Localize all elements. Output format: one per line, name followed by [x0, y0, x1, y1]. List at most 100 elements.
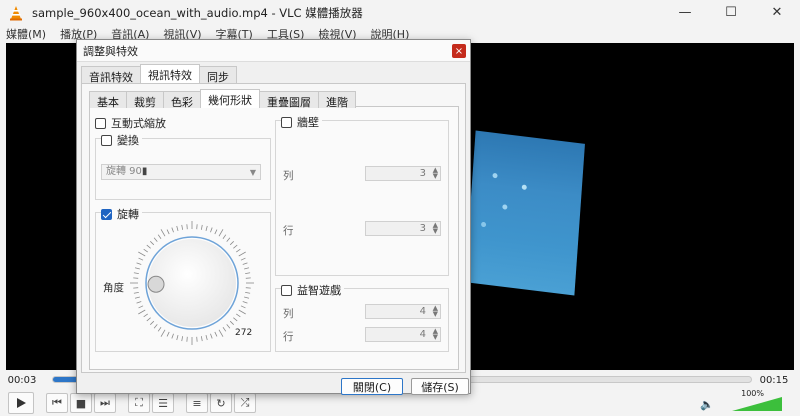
angle-label: 角度: [103, 282, 124, 294]
playlist-button[interactable]: ≡: [186, 393, 208, 413]
elapsed-time: 00:03: [7, 374, 37, 386]
dial-tick: [146, 317, 151, 322]
dial-tick: [242, 262, 248, 265]
interactive-zoom-checkbox[interactable]: 互動式縮放: [95, 115, 166, 131]
shuffle-button[interactable]: ⤮: [234, 393, 256, 413]
dial-tick: [244, 296, 250, 299]
dial-tick: [134, 296, 140, 299]
interactive-zoom-label: 互動式縮放: [111, 117, 166, 130]
dial-tick: [200, 224, 203, 230]
tab-advanced[interactable]: 進階: [318, 91, 356, 109]
wall-label: 牆壁: [297, 116, 319, 129]
dial-tick: [134, 267, 140, 270]
volume-slider[interactable]: 100%: [712, 389, 782, 413]
puzzle-cols-value: 4: [419, 329, 426, 340]
dial-tick: [138, 309, 146, 315]
close-button[interactable]: 關閉(C): [341, 378, 403, 395]
previous-button[interactable]: ⏮: [46, 393, 68, 413]
maximize-button[interactable]: ☐: [708, 0, 754, 25]
dial-tick: [222, 234, 227, 239]
dial-tick: [157, 234, 162, 239]
dial-tick: [238, 251, 246, 257]
dial-tick: [244, 267, 250, 270]
puzzle-rows-label: 列: [283, 308, 294, 320]
stop-button[interactable]: ■: [70, 393, 92, 413]
wall-cols-spinbox[interactable]: 3 ▲ ▼: [365, 221, 441, 236]
dial-tick: [226, 237, 231, 242]
dial-tick: [245, 272, 251, 275]
shuffle-icon: ⤮: [240, 396, 250, 409]
puzzle-cols-spinbox[interactable]: 4 ▲ ▼: [365, 327, 441, 342]
wall-group: [275, 120, 449, 276]
rotate-box: [101, 208, 112, 220]
dial-tick: [218, 329, 224, 337]
angle-value: 272: [235, 328, 253, 338]
transform-checkbox[interactable]: 變換: [101, 132, 142, 148]
tab-essential[interactable]: 基本: [89, 91, 127, 109]
play-button[interactable]: [8, 392, 34, 414]
wall-cols-label: 行: [283, 225, 294, 237]
loop-icon: ↻: [216, 396, 226, 410]
dial-tick: [210, 227, 213, 233]
adjustments-dialog: 調整與特效 × 音訊特效 視訊特效 同步 基本 裁剪 色彩 幾何形狀 重疊圖層 …: [76, 39, 471, 395]
dial-tick: [157, 327, 162, 332]
close-window-button[interactable]: ✕: [754, 0, 800, 25]
dialog-close-icon[interactable]: ×: [452, 44, 466, 58]
skip-forward-icon: ⏭: [100, 396, 110, 409]
dial-tick: [149, 240, 155, 246]
tab-synchronization[interactable]: 同步: [199, 66, 237, 84]
menu-media[interactable]: 媒體(M): [6, 26, 46, 42]
extended-settings-button[interactable]: ☰: [152, 393, 174, 413]
tab-audio-effects[interactable]: 音訊特效: [81, 66, 141, 84]
playlist-icon: ≡: [192, 396, 202, 410]
wall-rows-value: 3: [419, 168, 426, 179]
dial-tick: [166, 229, 170, 235]
tab-video-effects[interactable]: 視訊特效: [140, 64, 200, 83]
puzzle-rows-spinbox[interactable]: 4 ▲ ▼: [365, 304, 441, 319]
dial-tick: [240, 257, 246, 261]
vlc-cone-icon: [10, 5, 22, 20]
dial-tick: [146, 244, 151, 249]
dial-tick: [181, 224, 184, 230]
fullscreen-button[interactable]: ⛶: [128, 393, 150, 413]
dial-tick: [238, 309, 246, 315]
dial-tick: [233, 317, 238, 322]
next-button[interactable]: ⏭: [94, 393, 116, 413]
dial-tick: [181, 336, 184, 342]
equalizer-icon: ☰: [158, 396, 168, 410]
minimize-button[interactable]: —: [662, 0, 708, 25]
tab-colors[interactable]: 色彩: [163, 91, 201, 109]
puzzle-checkbox[interactable]: 益智遊戲: [281, 282, 344, 298]
dial-tick: [160, 329, 166, 337]
sub-tabs: 基本 裁剪 色彩 幾何形狀 重疊圖層 進階: [89, 89, 356, 110]
wall-box: [281, 116, 292, 128]
puzzle-box: [281, 284, 292, 296]
wall-rows-label: 列: [283, 170, 294, 182]
dial-tick: [233, 244, 238, 249]
transform-select[interactable]: 旋轉 90▮ ▼: [101, 164, 261, 180]
dial-tick: [218, 229, 224, 237]
spin-arrows-icon: ▲ ▼: [432, 221, 438, 235]
dial-tick: [171, 227, 174, 233]
wall-checkbox[interactable]: 牆壁: [281, 114, 322, 130]
loop-button[interactable]: ↻: [210, 393, 232, 413]
dial-tick: [245, 291, 251, 294]
dial-tick: [205, 225, 208, 231]
wall-rows-spinbox[interactable]: 3 ▲ ▼: [365, 166, 441, 181]
tab-geometry[interactable]: 幾何形狀: [200, 89, 260, 108]
tab-crop[interactable]: 裁剪: [126, 91, 164, 109]
dial-tick: [138, 251, 146, 257]
spin-arrows-icon: ▲ ▼: [432, 327, 438, 341]
save-button[interactable]: 儲存(S): [411, 378, 469, 395]
dial-knob[interactable]: [147, 275, 165, 293]
dial-tick: [242, 301, 248, 304]
dialog-title-bar: 調整與特效: [77, 40, 470, 62]
dial-tick: [200, 336, 203, 342]
dial-tick: [236, 248, 241, 253]
dial-tick: [240, 305, 246, 309]
total-time: 00:15: [759, 374, 789, 386]
dial-tick: [138, 257, 144, 261]
dial-tick: [236, 313, 241, 318]
tab-overlay[interactable]: 重疊圖層: [259, 91, 319, 109]
dial-tick: [229, 240, 235, 246]
